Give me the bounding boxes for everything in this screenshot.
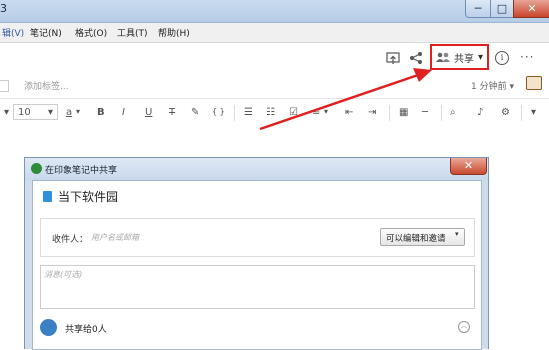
evernote-logo-icon: [31, 163, 42, 174]
indent-icon[interactable]: ⇥: [368, 107, 376, 118]
horizontal-rule-icon[interactable]: ─: [422, 107, 428, 118]
dialog-close-button[interactable]: ✕: [450, 158, 487, 175]
highlight-icon[interactable]: ✎: [191, 107, 199, 118]
message-placeholder: 消息(可选): [44, 270, 83, 279]
font-dropdown-icon[interactable]: ▾: [4, 107, 9, 118]
menu-view[interactable]: 辑(V): [2, 26, 24, 39]
underline-icon[interactable]: U: [145, 107, 152, 118]
menu-help[interactable]: 帮助(H): [158, 26, 190, 39]
more-icon[interactable]: ···: [520, 50, 534, 64]
link-share-icon[interactable]: [409, 51, 423, 65]
recipient-input[interactable]: 用户名或邮箱: [91, 232, 139, 243]
font-size-value: 10: [18, 107, 31, 118]
code-icon[interactable]: { }: [212, 107, 225, 116]
present-icon[interactable]: [386, 52, 400, 66]
text-color-caret-icon[interactable]: ▾: [76, 107, 80, 116]
collapse-icon[interactable]: ︿: [458, 321, 470, 333]
divider: [389, 105, 390, 121]
menu-note[interactable]: 笔记(N): [30, 26, 62, 39]
tag-icon: [0, 80, 9, 92]
share-dialog: 在印象笔记中共享 ✕ 当下软件园 收件人： 用户名或邮箱 可以编辑和邀请 ▾ 消…: [24, 157, 489, 350]
table-icon[interactable]: ▦: [399, 107, 408, 118]
settings-icon[interactable]: ⚙: [501, 107, 510, 118]
share-label: 共享: [453, 53, 474, 65]
audio-record-icon[interactable]: ♪: [477, 107, 483, 118]
updated-time[interactable]: 1 分钟前 ▾: [471, 79, 514, 92]
outdent-icon[interactable]: ⇤: [345, 107, 353, 118]
reminder-icon[interactable]: [526, 76, 542, 90]
recipient-row: 收件人： 用户名或邮箱 可以编辑和邀请 ▾: [40, 218, 475, 257]
note-title: 当下软件园: [58, 190, 119, 204]
dialog-body: 当下软件园 收件人： 用户名或邮箱 可以编辑和邀请 ▾ 消息(可选) 共享给0人…: [32, 180, 482, 350]
bullet-list-icon[interactable]: ☰: [244, 107, 253, 118]
add-tag-input[interactable]: 添加标签...: [24, 79, 69, 92]
maximize-button[interactable]: □: [490, 0, 514, 18]
font-size-caret-icon: ▾: [48, 107, 54, 118]
chevron-down-icon: ▾: [455, 230, 459, 238]
attachment-icon[interactable]: ⌕: [450, 107, 456, 118]
italic-icon[interactable]: I: [122, 107, 125, 118]
bold-icon[interactable]: B: [97, 107, 105, 118]
info-icon[interactable]: i: [495, 51, 509, 65]
menu-format[interactable]: 格式(O): [75, 26, 107, 39]
close-window-button[interactable]: ✕: [513, 0, 549, 18]
people-icon: [40, 319, 57, 336]
share-button[interactable]: 共享 ▾: [430, 44, 489, 70]
menu-tools[interactable]: 工具(T): [117, 26, 148, 39]
permission-select[interactable]: 可以编辑和邀请 ▾: [380, 228, 465, 246]
strikethrough-icon[interactable]: T: [169, 107, 175, 118]
window-title: 3: [0, 2, 7, 15]
align-icon[interactable]: ≡: [312, 107, 320, 118]
divider: [441, 105, 442, 121]
checkbox-icon[interactable]: ☑: [289, 107, 298, 118]
chevron-down-icon: ▾: [477, 51, 484, 63]
numbered-list-icon[interactable]: ☷: [266, 107, 275, 118]
message-input[interactable]: 消息(可选): [40, 265, 475, 309]
people-icon: [435, 52, 450, 62]
shared-count: 共享给0人: [65, 325, 107, 335]
permission-value: 可以编辑和邀请: [386, 234, 446, 244]
dialog-title: 在印象笔记中共享: [45, 166, 118, 176]
note-icon: [43, 191, 52, 202]
format-caret-icon[interactable]: ▾: [531, 107, 536, 118]
divider: [521, 105, 522, 121]
divider: [234, 105, 235, 121]
align-caret-icon[interactable]: ▾: [324, 107, 328, 116]
recipient-label: 收件人：: [52, 235, 89, 245]
minimize-button[interactable]: ─: [465, 0, 491, 18]
text-color-icon[interactable]: a: [66, 107, 72, 118]
